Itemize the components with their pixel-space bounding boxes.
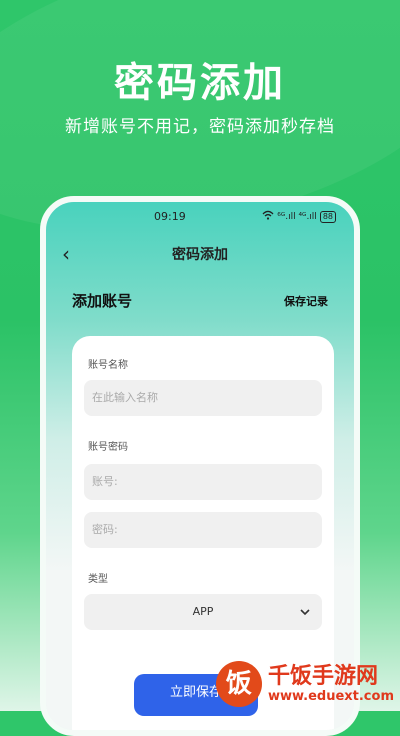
hero-title: 密码添加 [114,60,286,106]
type-label: 类型 [88,574,108,585]
battery-icon: 88 [319,210,336,223]
watermark-name: 千饭手游网 [267,663,378,689]
account-password-label: 账号密码 [88,442,128,453]
watermark-text: 千饭手游网 www.eduext.com [267,663,394,704]
hero-subtitle: 新增账号不用记，密码添加秒存档 [65,117,335,137]
signal-icon: ⁶ᴳ.ıll ⁴ᴳ.ıll [277,211,317,222]
phone-frame: 09:19 ⁶ᴳ.ıll ⁴ᴳ.ıll 88 ‹ 密码添加 添加账号 保存记录 … [40,196,360,736]
app-screen: 09:19 ⁶ᴳ.ıll ⁴ᴳ.ıll 88 ‹ 密码添加 添加账号 保存记录 … [46,202,354,730]
account-name-label: 账号名称 [88,360,128,371]
watermark: 饭 千饭手游网 www.eduext.com [215,661,394,707]
page-header: 添加账号 保存记录 [72,290,334,311]
save-record-link[interactable]: 保存记录 [284,293,328,309]
status-icons: ⁶ᴳ.ıll ⁴ᴳ.ıll 88 [262,210,336,223]
nav-title: 密码添加 [172,247,228,263]
chevron-down-icon [300,594,310,630]
password-input[interactable]: 密码: [84,512,322,548]
status-time: 09:19 [154,210,186,223]
wifi-icon [262,210,274,223]
nav-bar: ‹ 密码添加 [46,234,354,274]
watermark-url: www.eduext.com [267,688,394,704]
status-bar: 09:19 ⁶ᴳ.ıll ⁴ᴳ.ıll 88 [46,208,354,226]
type-select[interactable]: APP [84,594,322,630]
account-name-input[interactable]: 在此输入名称 [84,380,322,416]
watermark-logo-icon: 饭 [215,661,262,707]
type-select-value: APP [192,605,214,618]
account-input[interactable]: 账号: [84,464,322,500]
